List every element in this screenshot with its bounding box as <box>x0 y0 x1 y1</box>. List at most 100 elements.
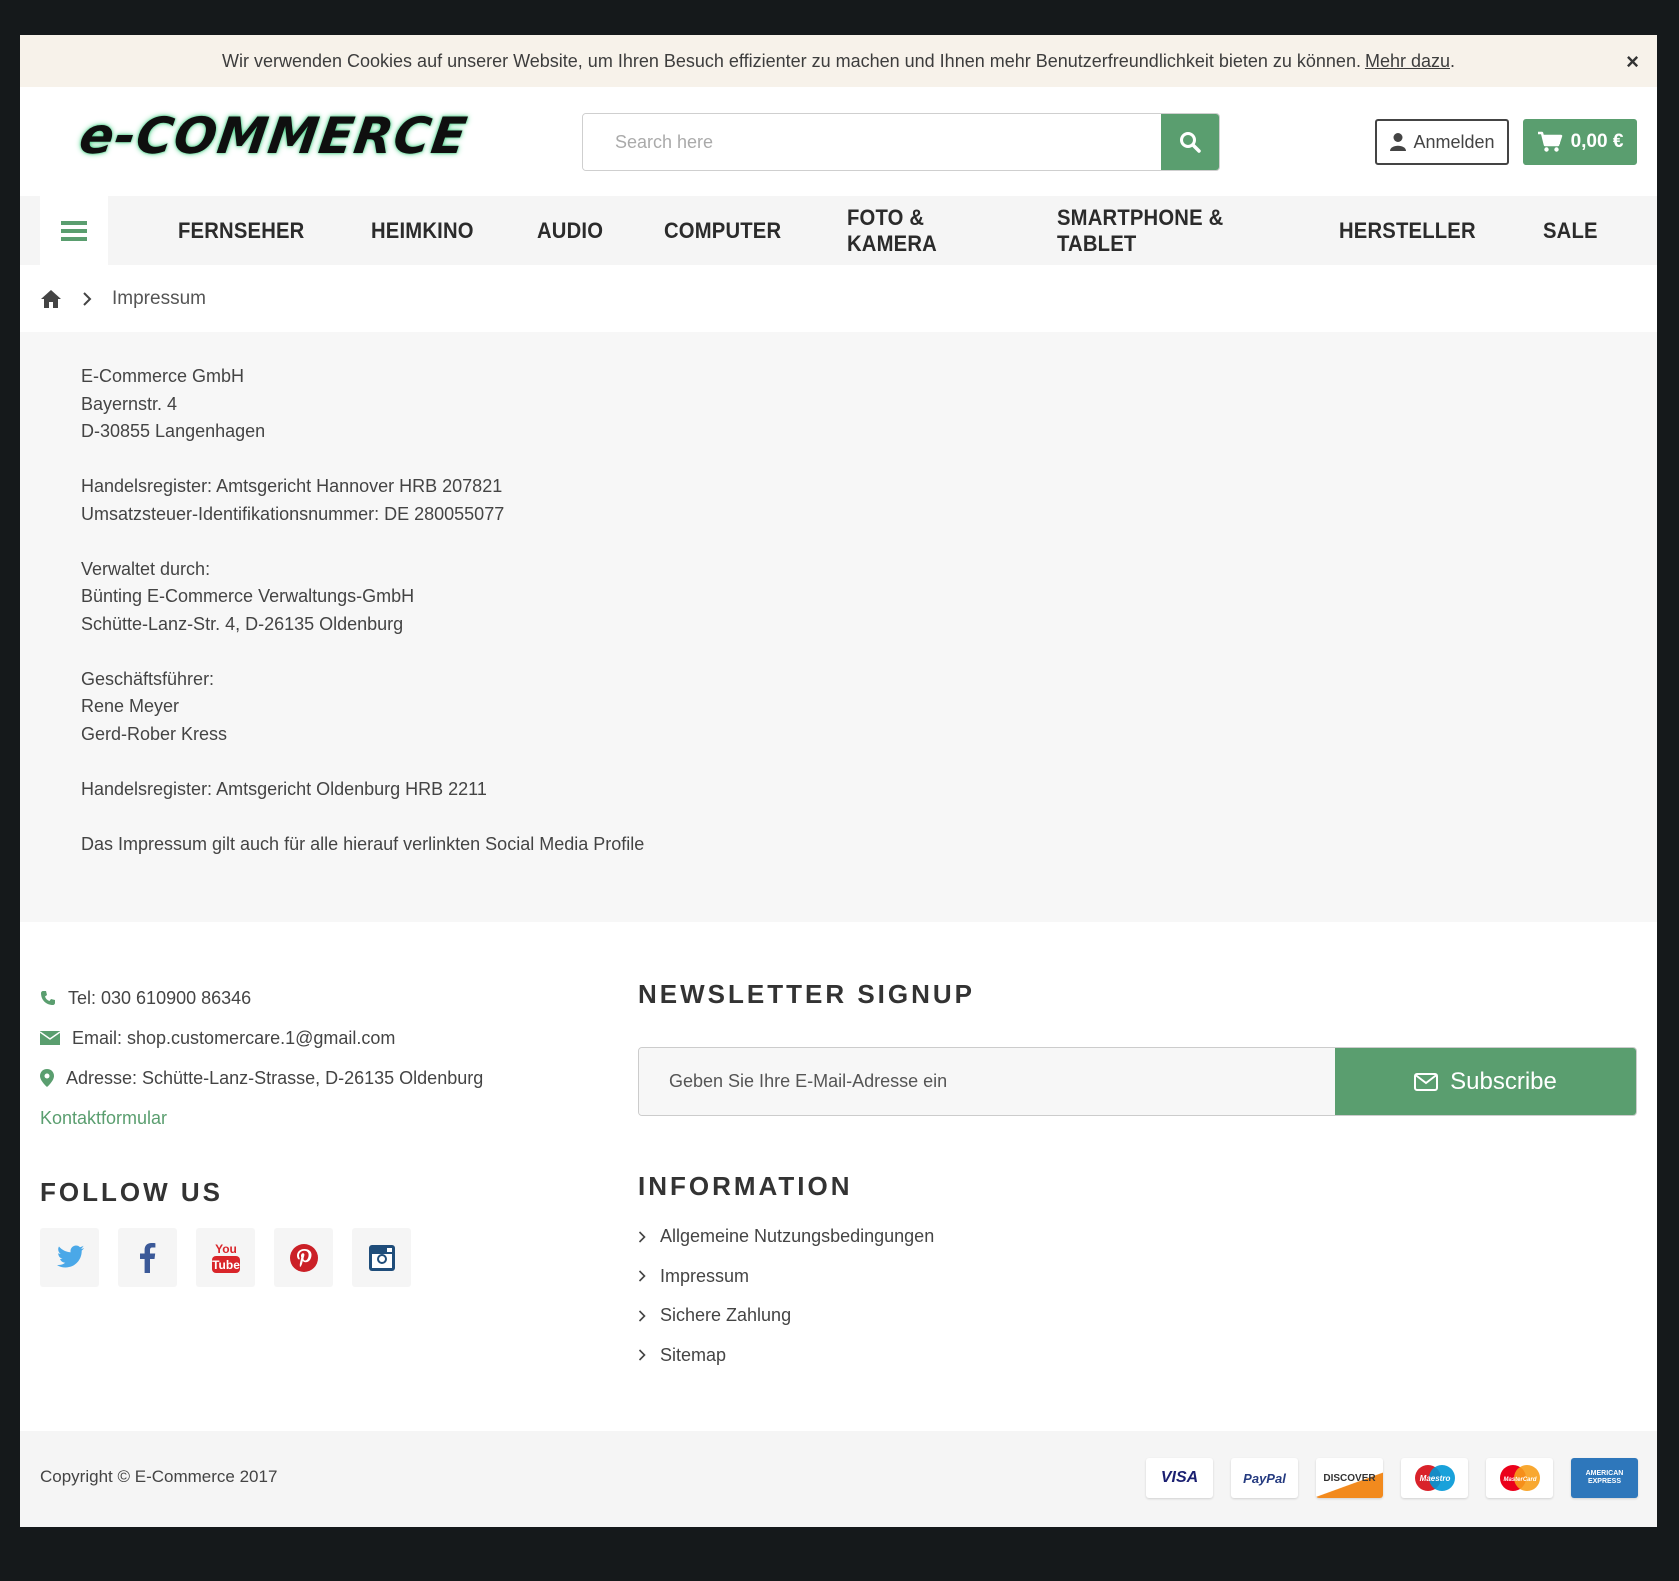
chevron-right-icon <box>638 1231 646 1243</box>
instagram-link[interactable] <box>352 1228 411 1287</box>
svg-text:Maestro: Maestro <box>1419 1474 1450 1483</box>
maestro-icon: Maestro <box>1401 1458 1468 1498</box>
home-icon[interactable] <box>40 289 62 309</box>
nav-item-heimkino[interactable]: HEIMKINO <box>371 218 474 244</box>
discover-icon: DISCOVER <box>1316 1458 1383 1498</box>
info-link-label: Allgemeine Nutzungsbedingungen <box>660 1226 935 1247</box>
follow-us-heading: FOLLOW US <box>40 1177 223 1207</box>
facebook-link[interactable] <box>118 1228 177 1287</box>
info-link-sitemap[interactable]: Sitemap <box>638 1336 934 1376</box>
main-nav: FERNSEHER HEIMKINO AUDIO COMPUTER FOTO &… <box>20 196 1657 265</box>
svg-text:Tube: Tube <box>212 1258 240 1272</box>
email-text[interactable]: Email: shop.customercare.1@gmail.com <box>72 1028 395 1049</box>
login-button[interactable]: Anmelden <box>1375 119 1509 165</box>
nav-item-hersteller[interactable]: HERSTELLER <box>1339 218 1476 244</box>
chevron-right-icon <box>638 1349 646 1361</box>
content-line: Handelsregister: Amtsgericht Hannover HR… <box>81 476 503 496</box>
svg-text:MasterCard: MasterCard <box>1503 1477 1536 1483</box>
newsletter-email-input[interactable] <box>639 1048 1335 1115</box>
info-link-impressum[interactable]: Impressum <box>638 1257 934 1297</box>
instagram-icon <box>368 1244 395 1271</box>
login-label: Anmelden <box>1413 131 1495 152</box>
twitter-icon <box>56 1245 84 1267</box>
copyright: Copyright © E-Commerce 2017 <box>40 1467 278 1486</box>
pinterest-link[interactable] <box>274 1228 333 1287</box>
info-link-sichere-zahlung[interactable]: Sichere Zahlung <box>638 1296 934 1336</box>
nav-item-foto-kamera[interactable]: FOTO & KAMERA <box>847 205 990 257</box>
content-line: Verwaltet durch: <box>81 558 211 579</box>
impressum-content: E-Commerce GmbH Bayernstr. 4 D-30855 Lan… <box>20 332 1657 922</box>
contact-info: Tel: 030 610900 86346 Email: shop.custom… <box>40 978 483 1138</box>
footer: Tel: 030 610900 86346 Email: shop.custom… <box>20 922 1657 1432</box>
info-link-label: Impressum <box>660 1265 750 1286</box>
cookie-more-link[interactable]: Mehr dazu <box>1365 51 1450 72</box>
contact-form-link[interactable]: Kontaktformular <box>40 1098 483 1138</box>
youtube-link[interactable]: You Tube <box>196 1228 255 1287</box>
amex-icon: AMERICAN EXPRESS <box>1571 1458 1638 1498</box>
search-button[interactable] <box>1161 114 1219 170</box>
content-line: Das Impressum gilt auch für alle hierauf… <box>81 833 645 854</box>
header: e-COMMERCE Anmelden <box>20 87 1657 196</box>
social-links: You Tube <box>40 1228 411 1287</box>
content-line: Bayernstr. 4 <box>81 393 178 414</box>
newsletter-heading: NEWSLETTER SIGNUP <box>638 979 976 1009</box>
nav-list: FERNSEHER HEIMKINO AUDIO COMPUTER FOTO &… <box>178 196 1657 265</box>
subscribe-label: Subscribe <box>1450 1067 1557 1095</box>
content-line: Umsatzsteuer-Identifikationsnummer: DE 2… <box>81 503 505 524</box>
logo[interactable]: e-COMMERCE <box>76 107 471 165</box>
breadcrumb-current: Impressum <box>112 287 206 309</box>
newsletter-form: Subscribe <box>638 1047 1637 1116</box>
contact-address: Adresse: Schütte-Lanz-Strasse, D-26135 O… <box>40 1058 483 1098</box>
youtube-icon: You Tube <box>211 1242 240 1273</box>
cart-total: 0,00 € <box>1570 131 1624 152</box>
payment-methods: VISA PayPal DISCOVER Maestro MasterCard … <box>1146 1458 1638 1498</box>
nav-item-fernseher[interactable]: FERNSEHER <box>178 218 305 244</box>
subscribe-button[interactable]: Subscribe <box>1335 1048 1636 1115</box>
contact-email: Email: shop.customercare.1@gmail.com <box>40 1018 483 1058</box>
phone-text: Tel: 030 610900 86346 <box>68 987 252 1008</box>
info-link-label: Sichere Zahlung <box>660 1305 792 1326</box>
envelope-icon <box>40 1031 60 1045</box>
contact-phone: Tel: 030 610900 86346 <box>40 978 483 1018</box>
information-links: Allgemeine Nutzungsbedingungen Impressum… <box>638 1217 934 1375</box>
info-link-nutzungsbedingungen[interactable]: Allgemeine Nutzungsbedingungen <box>638 1217 934 1257</box>
paypal-icon: PayPal <box>1231 1458 1298 1498</box>
nav-item-sale[interactable]: SALE <box>1543 218 1598 244</box>
search-bar <box>582 113 1220 171</box>
mastercard-logo: MasterCard <box>1499 1465 1540 1491</box>
cookie-suffix: . <box>1450 50 1456 71</box>
mastercard-icon: MasterCard <box>1486 1458 1553 1498</box>
information-heading: INFORMATION <box>638 1171 853 1201</box>
info-link-label: Sitemap <box>660 1344 727 1365</box>
content-line: Gerd-Rober Kress <box>81 723 228 744</box>
nav-item-audio[interactable]: AUDIO <box>537 218 603 244</box>
search-input[interactable] <box>583 114 1161 170</box>
close-icon[interactable]: × <box>1626 49 1639 75</box>
cart-button[interactable]: 0,00 € <box>1523 119 1637 165</box>
nav-item-smartphone-tablet[interactable]: SMARTPHONE & TABLET <box>1057 205 1265 257</box>
map-pin-icon <box>40 1069 54 1087</box>
breadcrumb: Impressum <box>20 265 1657 332</box>
hamburger-icon <box>61 220 87 241</box>
menu-button[interactable] <box>40 196 108 265</box>
content-line: Geschäftsführer: <box>81 668 215 689</box>
nav-item-computer[interactable]: COMPUTER <box>664 218 781 244</box>
content-line: Schütte-Lanz-Str. 4, D-26135 Oldenburg <box>81 613 404 634</box>
bottom-bar: Copyright © E-Commerce 2017 VISA PayPal … <box>20 1431 1657 1527</box>
cart-icon <box>1537 131 1562 152</box>
visa-icon: VISA <box>1146 1458 1213 1498</box>
cookie-text: Wir verwenden Cookies auf unserer Websit… <box>221 50 1361 71</box>
twitter-link[interactable] <box>40 1228 99 1287</box>
phone-icon <box>41 991 55 1005</box>
chevron-right-icon <box>638 1310 646 1322</box>
user-icon <box>1390 133 1407 151</box>
maestro-logo: Maestro <box>1414 1465 1455 1491</box>
cookie-banner: Wir verwenden Cookies auf unserer Websit… <box>20 35 1657 87</box>
content-line: Bünting E-Commerce Verwaltungs-GmbH <box>81 586 415 606</box>
envelope-outline-icon <box>1414 1072 1439 1091</box>
